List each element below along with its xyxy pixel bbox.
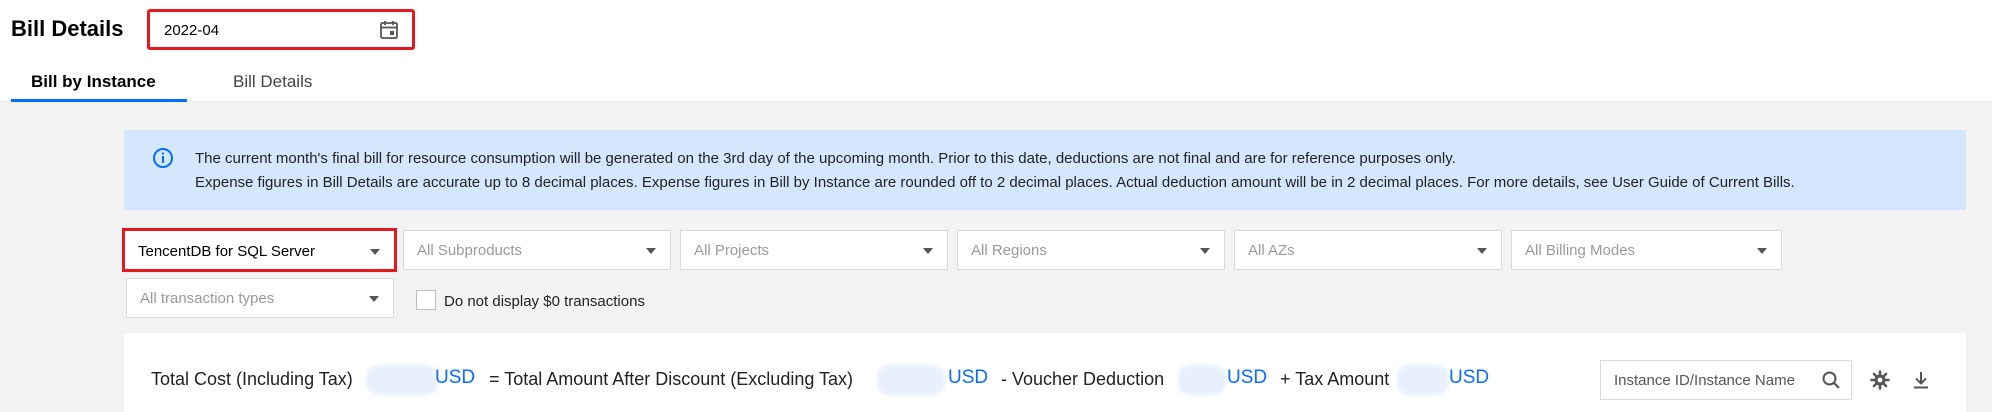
- chevron-down-icon: [1757, 248, 1767, 254]
- gear-icon[interactable]: [1869, 369, 1891, 391]
- month-value: 2022-04: [164, 22, 220, 39]
- after-discount-currency: USD: [948, 367, 989, 388]
- chevron-down-icon: [370, 249, 380, 255]
- voucher-currency: USD: [1227, 367, 1268, 388]
- total-cost-amount: [366, 365, 438, 395]
- chevron-down-icon: [923, 248, 933, 254]
- subproduct-select-value: All Subproducts: [417, 242, 523, 259]
- region-select[interactable]: All Regions: [957, 230, 1225, 270]
- hide-zero-label[interactable]: Do not display $0 transactions: [444, 293, 645, 310]
- transaction-type-select[interactable]: All transaction types: [126, 278, 394, 318]
- transaction-type-select-value: All transaction types: [140, 290, 275, 307]
- az-select[interactable]: All AZs: [1234, 230, 1502, 270]
- download-icon[interactable]: [1910, 369, 1932, 391]
- total-cost-label: Total Cost (Including Tax): [151, 369, 353, 389]
- search-icon[interactable]: [1821, 370, 1841, 390]
- after-discount-label: = Total Amount After Discount (Excluding…: [489, 369, 854, 389]
- chevron-down-icon: [1200, 248, 1210, 254]
- notice-line-1: The current month's final bill for resou…: [195, 150, 1456, 167]
- notice-line-2: Expense figures in Bill Details are accu…: [195, 174, 1795, 191]
- voucher-amount: [1178, 365, 1226, 395]
- tax-amount: [1397, 365, 1449, 395]
- top-bar: Bill Details 2022-04 Bill by Instance Bi…: [0, 0, 1992, 102]
- chevron-down-icon: [1477, 248, 1487, 254]
- tax-currency: USD: [1449, 367, 1490, 388]
- summary-card: Total Cost (Including Tax) USD = Total A…: [124, 333, 1966, 412]
- product-select[interactable]: TencentDB for SQL Server: [122, 228, 397, 272]
- total-cost-currency: USD: [435, 367, 476, 388]
- billing-mode-select-value: All Billing Modes: [1525, 242, 1636, 259]
- subproduct-select[interactable]: All Subproducts: [403, 230, 671, 270]
- project-select-value: All Projects: [694, 242, 770, 259]
- tab-bill-by-instance[interactable]: Bill by Instance: [11, 66, 187, 102]
- info-notice: The current month's final bill for resou…: [124, 130, 1966, 210]
- product-select-value: TencentDB for SQL Server: [138, 243, 316, 260]
- chevron-down-icon: [646, 248, 656, 254]
- instance-search-placeholder: Instance ID/Instance Name: [1614, 372, 1795, 389]
- project-select[interactable]: All Projects: [680, 230, 948, 270]
- billing-mode-select[interactable]: All Billing Modes: [1511, 230, 1782, 270]
- info-icon: [153, 148, 173, 168]
- region-select-value: All Regions: [971, 242, 1047, 259]
- hide-zero-checkbox[interactable]: [416, 290, 436, 310]
- tab-bill-details[interactable]: Bill Details: [233, 66, 312, 92]
- after-discount-amount: [877, 365, 945, 395]
- tax-label: + Tax Amount: [1280, 369, 1390, 389]
- chevron-down-icon: [369, 296, 379, 302]
- page-title: Bill Details: [11, 16, 124, 41]
- month-picker[interactable]: 2022-04: [147, 9, 415, 50]
- voucher-label: - Voucher Deduction: [1001, 369, 1165, 389]
- calendar-icon: [380, 21, 398, 39]
- instance-search[interactable]: Instance ID/Instance Name: [1600, 360, 1852, 400]
- az-select-value: All AZs: [1248, 242, 1295, 259]
